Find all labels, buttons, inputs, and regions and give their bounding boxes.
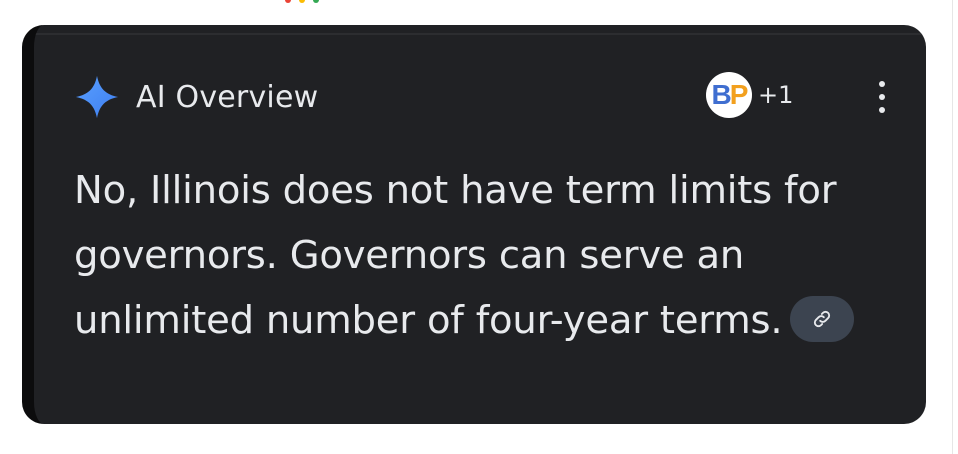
sources-button[interactable]: BP +1 xyxy=(706,72,793,118)
link-icon xyxy=(814,310,831,327)
source-favicon[interactable]: BP xyxy=(706,72,752,118)
ai-overview-title: AI Overview xyxy=(136,79,319,115)
page-edge-divider xyxy=(952,0,953,454)
favicon-letter-b: B xyxy=(711,79,732,110)
more-vert-icon[interactable] xyxy=(874,77,890,117)
menu-dot xyxy=(879,107,885,113)
favicon-letter-p: P xyxy=(729,79,749,110)
menu-dot xyxy=(879,94,885,100)
ai-overview-header: AI Overview xyxy=(74,73,318,121)
source-link-chip[interactable] xyxy=(790,295,855,342)
ai-overview-card: AI Overview BP +1 No, Illinois does not … xyxy=(22,25,926,424)
answer-paragraph: No, Illinois does not have term limits f… xyxy=(74,158,914,353)
answer-text: No, Illinois does not have term limits f… xyxy=(74,168,837,343)
top-clipped-decoration xyxy=(285,0,325,6)
sparkle-icon xyxy=(75,75,119,119)
menu-dot xyxy=(879,81,885,87)
more-sources-count[interactable]: +1 xyxy=(758,81,793,109)
card-divider xyxy=(34,33,926,35)
